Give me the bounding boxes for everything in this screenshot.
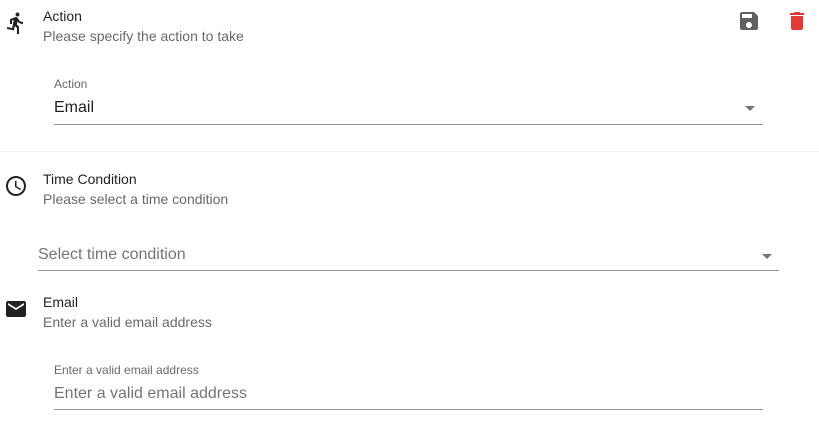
clock-icon (4, 174, 28, 198)
time-section-subtitle: Please select a time condition (43, 191, 229, 207)
save-button[interactable] (737, 9, 761, 33)
action-section-subtitle: Please specify the action to take (43, 28, 244, 44)
section-divider (0, 151, 819, 152)
save-icon (740, 12, 758, 30)
time-condition-select[interactable]: Select time condition (38, 245, 186, 265)
email-input[interactable]: Enter a valid email address (54, 384, 247, 404)
email-section-subtitle: Enter a valid email address (43, 314, 212, 330)
action-select[interactable]: Email (54, 98, 94, 118)
email-input-underline (54, 409, 763, 410)
running-person-icon (4, 11, 28, 35)
delete-button[interactable] (785, 9, 809, 33)
time-section-title: Time Condition (43, 171, 137, 187)
chevron-down-icon[interactable] (745, 106, 755, 111)
action-field-label: Action (54, 77, 88, 91)
action-select-underline (54, 124, 763, 125)
mail-icon (4, 297, 28, 321)
delete-icon (790, 12, 804, 30)
time-select-underline (38, 270, 779, 271)
email-section-title: Email (43, 294, 79, 310)
action-section-title: Action (43, 8, 82, 24)
email-field-label: Enter a valid email address (54, 363, 199, 377)
chevron-down-icon[interactable] (762, 254, 772, 259)
